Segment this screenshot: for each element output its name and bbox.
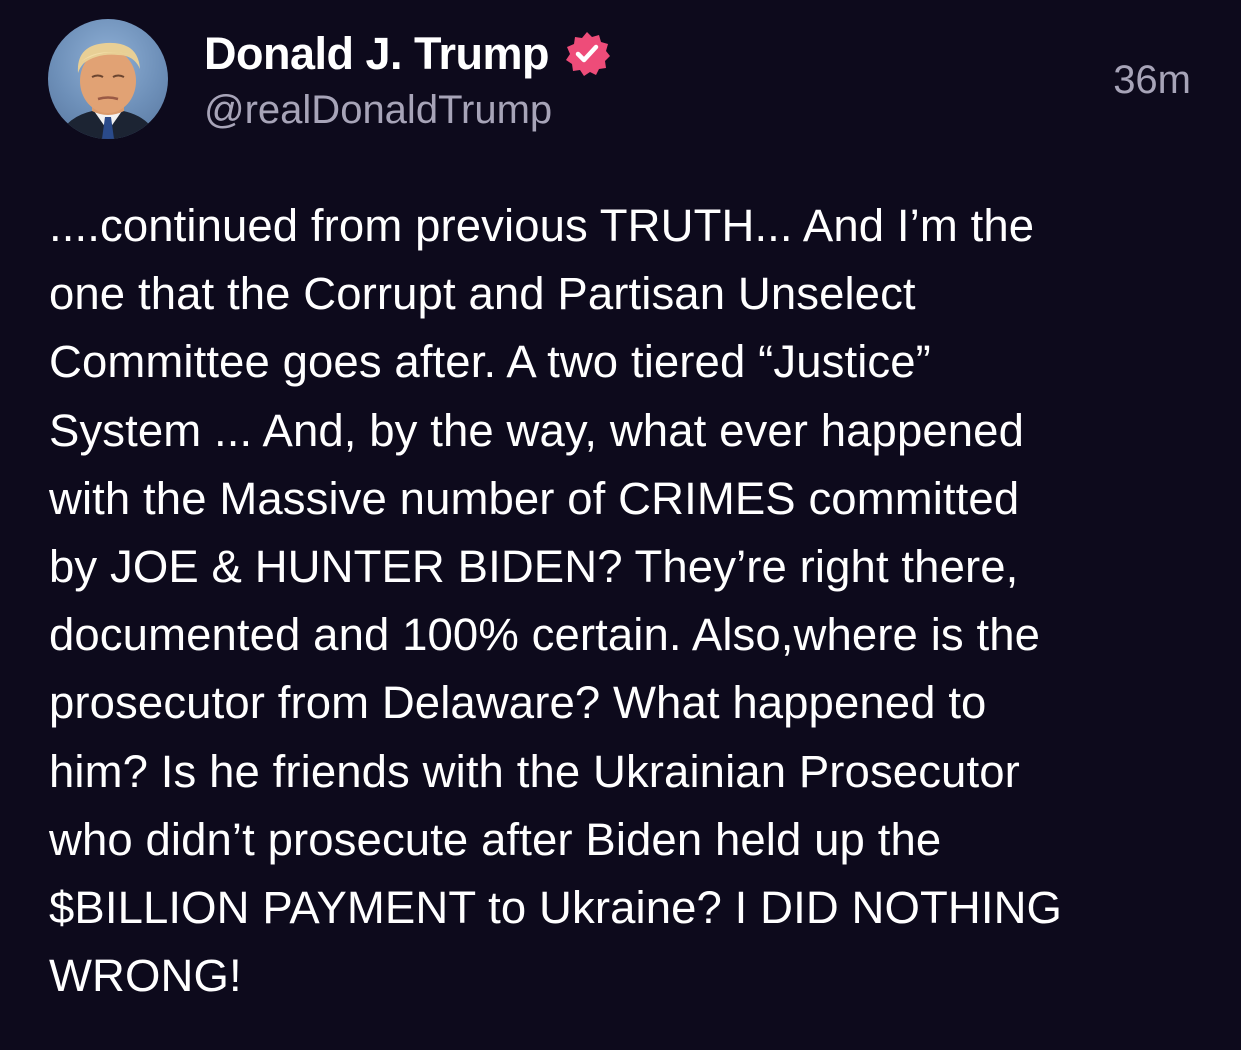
post-card[interactable]: Donald J. Trump @realDonaldTrump 36m ...… (0, 0, 1241, 1050)
author-row: Donald J. Trump (204, 28, 611, 80)
author-handle[interactable]: @realDonaldTrump (204, 88, 552, 133)
post-body: ....continued from previous TRUTH... And… (49, 200, 1063, 1002)
display-name[interactable]: Donald J. Trump (204, 28, 550, 80)
verified-badge-icon (563, 30, 611, 78)
profile-photo-icon (58, 42, 158, 139)
avatar[interactable] (48, 19, 168, 139)
post-timestamp[interactable]: 36m (1113, 58, 1191, 103)
